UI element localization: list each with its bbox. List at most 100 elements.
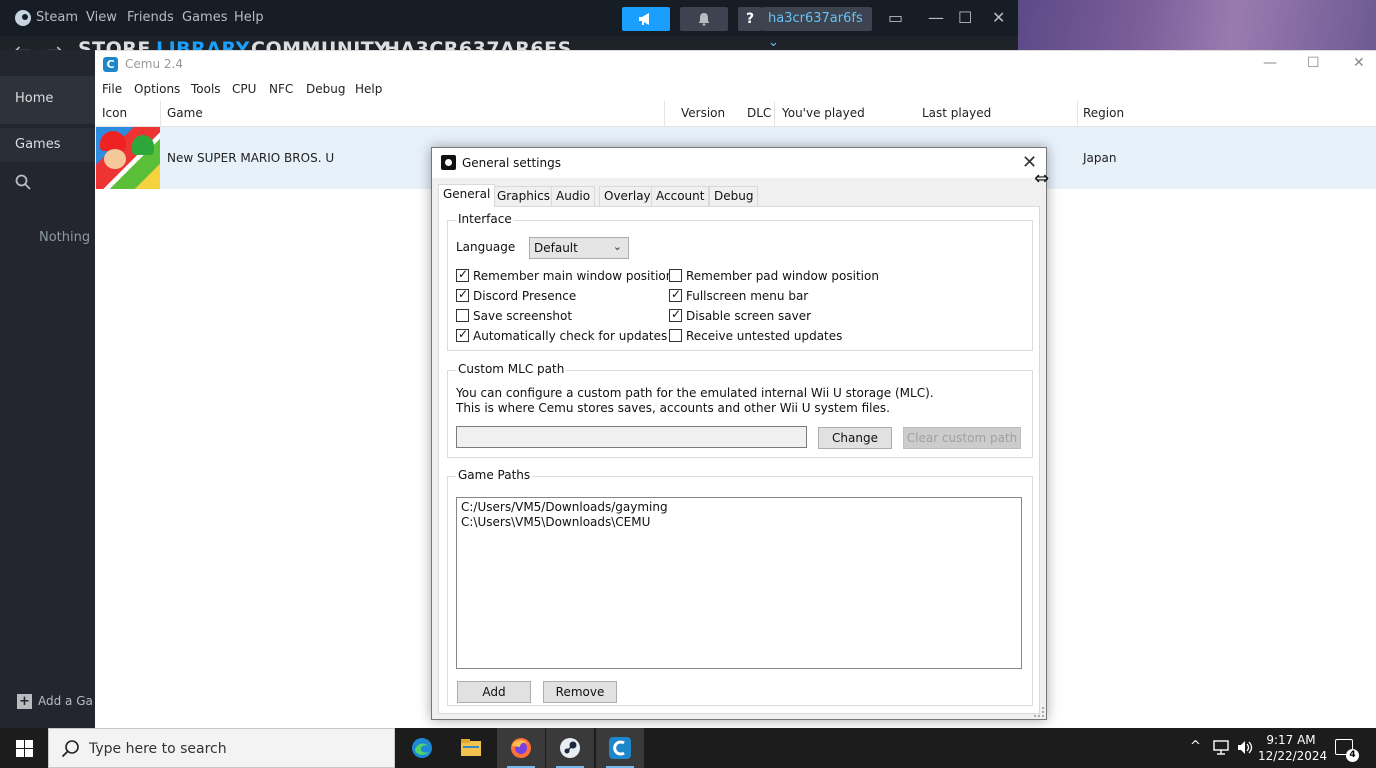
help-button[interactable]: ? [738, 7, 762, 31]
start-button[interactable] [0, 728, 48, 768]
cemu-menu-cpu[interactable]: CPU [232, 82, 256, 96]
remove-path-button[interactable]: Remove [543, 681, 617, 703]
checkbox-box [456, 309, 469, 322]
bell-icon [698, 13, 710, 26]
edge-icon [412, 738, 432, 758]
windows-logo-icon [16, 740, 33, 757]
column-header-icon[interactable]: Icon [102, 106, 127, 120]
sidebar-home-label: Home [15, 91, 54, 106]
tab-graphics[interactable]: Graphics [492, 186, 555, 206]
checkbox-label: Receive untested updates [686, 329, 843, 343]
interface-group-label: Interface [456, 212, 514, 226]
clear-custom-path-button[interactable]: Clear custom path [903, 427, 1021, 449]
taskbar-search[interactable]: Type here to search [48, 728, 395, 768]
language-dropdown[interactable]: Default ⌄ [529, 237, 629, 259]
add-path-button[interactable]: Add [457, 681, 531, 703]
dialog-titlebar: General settings ✕ [432, 148, 1046, 178]
notifications-button[interactable] [680, 7, 728, 31]
search-icon[interactable] [15, 174, 31, 190]
taskbar-clock[interactable]: 9:17 AM 12/22/2024 [1258, 732, 1327, 764]
checkbox-label: Fullscreen menu bar [686, 289, 809, 303]
sidebar-games[interactable]: Games [0, 128, 95, 162]
search-placeholder: Type here to search [89, 741, 227, 757]
file-explorer-icon [461, 739, 481, 756]
cemu-close-button[interactable]: ✕ [1353, 55, 1365, 71]
steam-maximize-button[interactable]: ☐ [958, 8, 972, 27]
volume-icon[interactable] [1237, 740, 1253, 755]
column-header-version[interactable]: Version [681, 106, 725, 120]
steam-menu-games[interactable]: Games [182, 10, 227, 25]
tab-account[interactable]: Account [651, 186, 710, 206]
tab-overlay[interactable]: Overlay [599, 186, 656, 206]
column-header-dlc[interactable]: DLC [747, 106, 771, 120]
checkbox-label: Disable screen saver [686, 309, 812, 323]
steam-menu-view[interactable]: View [86, 10, 117, 25]
cemu-menu-debug[interactable]: Debug [306, 82, 345, 96]
steam-close-button[interactable]: ✕ [992, 8, 1005, 27]
cemu-menu-file[interactable]: File [102, 82, 122, 96]
game-list-header: Icon Game Version DLC You've played Last… [95, 101, 1376, 127]
steam-big-picture-icon[interactable]: ▭ [888, 8, 903, 27]
column-header-region[interactable]: Region [1083, 106, 1124, 120]
resize-grip[interactable] [1034, 707, 1044, 717]
remember-main-window-checkbox[interactable]: Remember main window position [456, 267, 673, 283]
nav-tab-store[interactable]: STORE [78, 38, 151, 50]
forward-arrow-icon[interactable]: → [46, 38, 63, 50]
cemu-maximize-button[interactable]: ☐ [1307, 55, 1320, 71]
disable-screen-saver-checkbox[interactable]: Disable screen saver [669, 307, 812, 323]
taskbar-file-explorer[interactable] [447, 728, 495, 768]
list-item[interactable]: C:\Users\VM5\Downloads\CEMU [461, 515, 650, 529]
taskbar-edge[interactable] [398, 728, 446, 768]
fullscreen-menu-bar-checkbox[interactable]: Fullscreen menu bar [669, 287, 809, 303]
search-icon [61, 740, 79, 758]
untested-updates-checkbox[interactable]: Receive untested updates [669, 329, 842, 343]
cemu-menu-options[interactable]: Options [134, 82, 180, 96]
steam-menu-help[interactable]: Help [234, 10, 264, 25]
game-paths-group: Game Paths C:/Users/VM5/Downloads/gaymin… [447, 468, 1033, 706]
tray-overflow-icon[interactable]: ^ [1190, 739, 1201, 754]
taskbar-firefox[interactable] [497, 728, 545, 768]
checkbox-label: Automatically check for updates [473, 329, 668, 343]
game-paths-list[interactable]: C:/Users/VM5/Downloads/gayming C:\Users\… [456, 497, 1022, 669]
back-arrow-icon[interactable]: ← [14, 38, 31, 50]
general-tab-panel: Interface Language Default ⌄ Remember ma… [438, 206, 1040, 714]
nav-tab-profile[interactable]: HA3CR637AR6FS [384, 38, 572, 50]
mlc-path-field[interactable] [456, 426, 807, 448]
tab-audio[interactable]: Audio [551, 186, 596, 206]
checkbox-label: Discord Presence [473, 289, 577, 303]
steam-minimize-button[interactable]: — [928, 8, 944, 27]
column-header-played[interactable]: You've played [782, 106, 865, 120]
steam-menu-friends[interactable]: Friends [127, 10, 174, 25]
checkbox-box [669, 287, 682, 302]
save-screenshot-checkbox[interactable]: Save screenshot [456, 309, 572, 323]
tab-debug[interactable]: Debug [709, 186, 759, 206]
steam-logo-icon[interactable] [15, 10, 31, 26]
list-item[interactable]: C:/Users/VM5/Downloads/gayming [461, 500, 668, 514]
account-menu-button[interactable]: ha3cr637ar6fs ⌄ [762, 7, 872, 50]
tab-general[interactable]: General [438, 184, 496, 207]
cemu-menu-help[interactable]: Help [355, 82, 382, 96]
checkbox-label: Save screenshot [473, 309, 573, 323]
clock-time: 9:17 AM [1266, 733, 1316, 747]
taskbar-steam[interactable] [546, 728, 594, 768]
mlc-description-line-2: This is where Cemu stores saves, account… [456, 401, 890, 415]
column-header-game[interactable]: Game [167, 106, 203, 120]
add-game-button[interactable]: + Add a Ga [17, 694, 93, 709]
nav-tab-library[interactable]: LIBRARY [156, 38, 250, 50]
cemu-minimize-button[interactable]: — [1263, 55, 1277, 71]
taskbar-cemu[interactable] [596, 728, 644, 768]
discord-presence-checkbox[interactable]: Discord Presence [456, 287, 577, 303]
network-icon[interactable] [1213, 740, 1231, 755]
cemu-menu-nfc[interactable]: NFC [269, 82, 293, 96]
auto-check-updates-checkbox[interactable]: Automatically check for updates [456, 327, 668, 343]
nav-tab-community[interactable]: COMMUNITY [251, 38, 389, 50]
change-mlc-button[interactable]: Change [818, 427, 892, 449]
cemu-menu-tools[interactable]: Tools [191, 82, 221, 96]
column-header-last-played[interactable]: Last played [922, 106, 991, 120]
announcements-button[interactable] [622, 7, 670, 31]
steam-menu-steam[interactable]: Steam [36, 10, 78, 25]
chevron-down-icon: ⌄ [612, 240, 622, 253]
sidebar-home[interactable]: Home [0, 76, 95, 124]
steam-titlebar: Steam View Friends Games Help ? ha3cr637… [0, 0, 1018, 50]
remember-pad-window-checkbox[interactable]: Remember pad window position [669, 269, 879, 283]
